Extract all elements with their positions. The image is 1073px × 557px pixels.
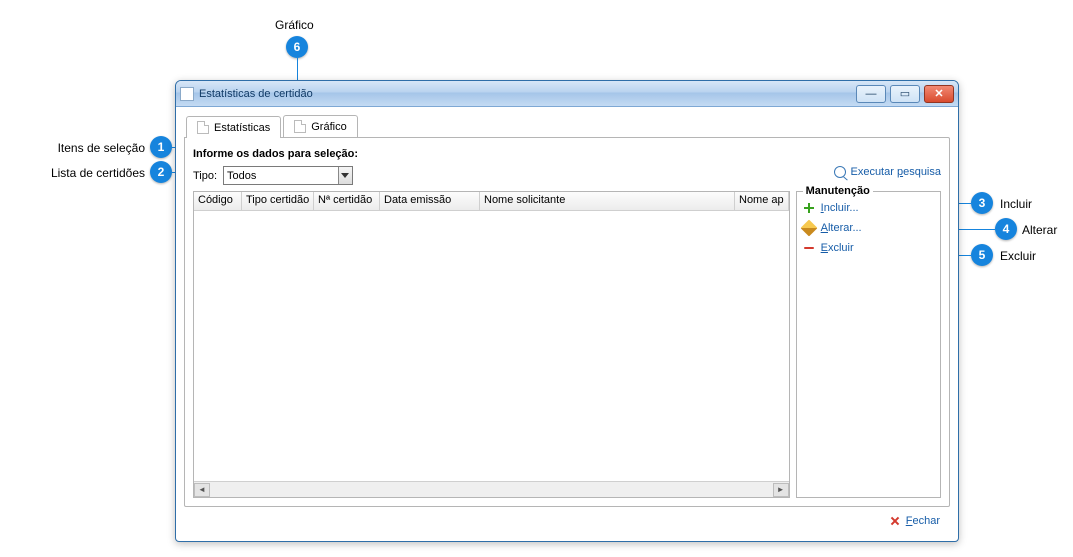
excluir-label: Excluir xyxy=(821,242,854,254)
fechar-link[interactable]: Fechar xyxy=(889,515,940,527)
incluir-label: Incluir... xyxy=(821,202,859,214)
grid-header: Código Tipo certidão Nª certidão Data em… xyxy=(194,192,789,211)
callout-3-bubble: 3 xyxy=(971,192,993,214)
minus-icon xyxy=(803,242,815,254)
tab-grafico[interactable]: Gráfico xyxy=(283,115,357,137)
close-icon xyxy=(889,515,901,527)
callout-4-label: Alterar xyxy=(1022,223,1057,237)
col-n-certidao[interactable]: Nª certidão xyxy=(314,192,380,210)
close-button[interactable]: ✕ xyxy=(924,85,954,103)
callout-1-label: Itens de seleção xyxy=(0,141,145,155)
callout-1-bubble: 1 xyxy=(150,136,172,158)
results-grid[interactable]: Código Tipo certidão Nª certidão Data em… xyxy=(193,191,790,498)
tipo-dropdown-button[interactable] xyxy=(338,167,352,184)
col-tipo-certidao[interactable]: Tipo certidão xyxy=(242,192,314,210)
alterar-link[interactable]: Alterar... xyxy=(803,222,934,234)
executar-pesquisa-link[interactable]: Executar pesquisa xyxy=(834,166,941,178)
window-title: Estatísticas de certidão xyxy=(199,88,856,100)
tab-estatisticas[interactable]: Estatísticas xyxy=(186,116,281,138)
plus-icon xyxy=(803,202,815,214)
callout-6-label: Gráfico xyxy=(275,18,314,32)
client-area: Estatísticas Gráfico Informe os dados pa… xyxy=(176,107,958,541)
scroll-right-button[interactable]: ► xyxy=(773,483,789,497)
incluir-link[interactable]: Incluir... xyxy=(803,202,934,214)
callout-6-bubble: 6 xyxy=(286,36,308,58)
scroll-left-button[interactable]: ◄ xyxy=(194,483,210,497)
tabstrip: Estatísticas Gráfico xyxy=(184,113,950,137)
filter-row: Tipo: Executar pesquisa xyxy=(193,166,941,185)
dialog-window: Estatísticas de certidão — ▭ ✕ Estatísti… xyxy=(175,80,959,542)
callout-2-bubble: 2 xyxy=(150,161,172,183)
callout-4-bubble: 4 xyxy=(995,218,1017,240)
horizontal-scrollbar[interactable]: ◄ ► xyxy=(194,481,789,497)
alterar-label: Alterar... xyxy=(821,222,862,234)
callout-2-label: Lista de certidões xyxy=(0,166,145,180)
tipo-combobox[interactable] xyxy=(223,166,353,185)
col-codigo[interactable]: Código xyxy=(194,192,242,210)
titlebar[interactable]: Estatísticas de certidão — ▭ ✕ xyxy=(176,81,958,107)
col-data-emissao[interactable]: Data emissão xyxy=(380,192,480,210)
chevron-down-icon xyxy=(341,173,349,178)
col-nome-solicitante[interactable]: Nome solicitante xyxy=(480,192,735,210)
col-nome-ap[interactable]: Nome ap xyxy=(735,192,789,210)
fechar-label: Fechar xyxy=(906,515,940,527)
tipo-label: Tipo: xyxy=(193,170,217,182)
tipo-input[interactable] xyxy=(224,169,338,183)
arrow-left-icon: ◄ xyxy=(198,485,206,494)
maximize-button[interactable]: ▭ xyxy=(890,85,920,103)
executar-pesquisa-label: Executar pesquisa xyxy=(850,166,941,178)
selection-heading: Informe os dados para seleção: xyxy=(193,148,941,160)
callout-5-bubble: 5 xyxy=(971,244,993,266)
tab-grafico-label: Gráfico xyxy=(311,121,346,133)
manutencao-legend: Manutenção xyxy=(803,185,873,197)
manutencao-panel: Manutenção Incluir... Alterar... Excluir xyxy=(796,191,941,498)
window-icon xyxy=(180,87,194,101)
callout-5-label: Excluir xyxy=(1000,249,1036,263)
page-icon xyxy=(197,121,209,134)
dialog-footer: Fechar xyxy=(184,507,950,535)
tab-estatisticas-label: Estatísticas xyxy=(214,122,270,134)
arrow-right-icon: ► xyxy=(777,485,785,494)
main-row: Código Tipo certidão Nª certidão Data em… xyxy=(193,191,941,498)
callout-3-label: Incluir xyxy=(1000,197,1032,211)
pencil-icon xyxy=(800,220,817,237)
search-icon xyxy=(834,166,846,178)
excluir-link[interactable]: Excluir xyxy=(803,242,934,254)
minimize-button[interactable]: — xyxy=(856,85,886,103)
window-controls: — ▭ ✕ xyxy=(856,85,954,103)
page-icon xyxy=(294,120,306,133)
tab-panel-estatisticas: Informe os dados para seleção: Tipo: Exe… xyxy=(184,137,950,507)
